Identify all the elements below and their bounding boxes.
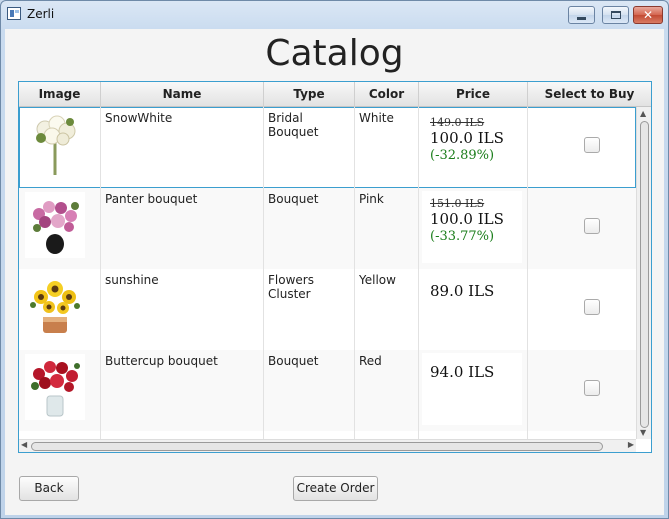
product-image [25, 273, 85, 339]
client-area: Catalog Image Name Type Color Price Sele… [5, 29, 664, 515]
app-window: Zerli ✕ Catalog Image Name Type Color Pr… [0, 0, 669, 519]
table-row[interactable] [19, 431, 636, 439]
close-icon: ✕ [642, 8, 654, 22]
column-header-image[interactable]: Image [19, 82, 101, 107]
price-cell: 149.0 ILS 100.0 ILS (-32.89%) [419, 107, 528, 188]
name-cell [101, 431, 264, 439]
back-button[interactable]: Back [19, 476, 79, 501]
price-cell [419, 431, 528, 439]
discount-label: (-33.77%) [430, 229, 495, 244]
table-row[interactable]: Buttercup bouquet Bouquet Red 94.0 ILS [19, 350, 636, 431]
price-box: 151.0 ILS 100.0 ILS (-33.77%) [422, 191, 522, 263]
type-cell: Flowers Cluster [264, 269, 355, 350]
select-to-buy-checkbox[interactable] [584, 218, 600, 234]
image-cell [19, 107, 101, 188]
old-price: 149.0 ILS [430, 116, 485, 129]
name-cell: SnowWhite [101, 107, 264, 188]
product-image [25, 111, 85, 177]
table-row[interactable]: SnowWhite Bridal Bouquet White 149.0 ILS… [19, 107, 636, 188]
window-title: Zerli [27, 7, 55, 21]
image-cell [19, 188, 101, 269]
current-price: 94.0 ILS [430, 363, 495, 381]
name-cell: Buttercup bouquet [101, 350, 264, 431]
scroll-left-icon[interactable]: ◀ [21, 440, 27, 449]
scroll-up-icon[interactable]: ▲ [640, 109, 646, 118]
column-header-type[interactable]: Type [264, 82, 355, 107]
color-cell: Pink [355, 188, 419, 269]
price-cell: 151.0 ILS 100.0 ILS (-33.77%) [419, 188, 528, 269]
price-box: 149.0 ILS 100.0 ILS (-32.89%) [422, 110, 522, 182]
column-header-name[interactable]: Name [101, 82, 264, 107]
scroll-right-icon[interactable]: ▶ [628, 440, 634, 449]
table-row[interactable]: sunshine Flowers Cluster Yellow 89.0 ILS [19, 269, 636, 350]
type-cell: Bridal Bouquet [264, 107, 355, 188]
vertical-scroll-thumb[interactable] [640, 121, 649, 428]
vertical-scrollbar[interactable]: ▲ ▼ [636, 107, 651, 439]
name-cell: sunshine [101, 269, 264, 350]
scroll-down-icon[interactable]: ▼ [640, 428, 646, 437]
app-icon [7, 7, 21, 20]
color-cell [355, 431, 419, 439]
product-image [25, 192, 85, 258]
catalog-table: Image Name Type Color Price Select to Bu… [18, 81, 652, 453]
minimize-icon [569, 7, 594, 23]
horizontal-scrollbar[interactable]: ◀ ▶ [19, 439, 636, 452]
table-header: Image Name Type Color Price Select to Bu… [19, 82, 651, 107]
horizontal-scroll-thumb[interactable] [31, 442, 603, 451]
select-cell [528, 269, 636, 350]
minimize-button[interactable] [568, 6, 595, 24]
column-header-color[interactable]: Color [355, 82, 419, 107]
column-header-price[interactable]: Price [419, 82, 528, 107]
color-cell: Yellow [355, 269, 419, 350]
title-bar[interactable]: Zerli ✕ [1, 1, 668, 29]
select-to-buy-checkbox[interactable] [584, 380, 600, 396]
discount-label: (-32.89%) [430, 148, 495, 163]
image-cell [19, 269, 101, 350]
type-cell [264, 431, 355, 439]
create-order-button[interactable]: Create Order [293, 476, 378, 501]
price-cell: 94.0 ILS [419, 350, 528, 431]
select-cell [528, 350, 636, 431]
price-cell: 89.0 ILS [419, 269, 528, 350]
current-price: 100.0 ILS [430, 129, 504, 147]
type-cell: Bouquet [264, 350, 355, 431]
color-cell: White [355, 107, 419, 188]
name-cell: Panter bouquet [101, 188, 264, 269]
column-header-select[interactable]: Select to Buy [528, 82, 651, 107]
close-button[interactable]: ✕ [633, 6, 663, 24]
select-to-buy-checkbox[interactable] [584, 137, 600, 153]
page-title: Catalog [265, 33, 404, 74]
type-cell: Bouquet [264, 188, 355, 269]
color-cell: Red [355, 350, 419, 431]
price-box: 89.0 ILS [422, 272, 522, 344]
price-box: 94.0 ILS [422, 353, 522, 425]
maximize-button[interactable] [602, 6, 629, 24]
table-row[interactable]: Panter bouquet Bouquet Pink 151.0 ILS 10… [19, 188, 636, 269]
maximize-icon [603, 7, 628, 23]
old-price: 151.0 ILS [430, 197, 485, 210]
image-cell [19, 350, 101, 431]
current-price: 100.0 ILS [430, 210, 504, 228]
select-cell [528, 107, 636, 188]
select-cell [528, 188, 636, 269]
image-cell [19, 431, 101, 439]
current-price: 89.0 ILS [430, 282, 495, 300]
product-image [25, 354, 85, 420]
select-to-buy-checkbox[interactable] [584, 299, 600, 315]
